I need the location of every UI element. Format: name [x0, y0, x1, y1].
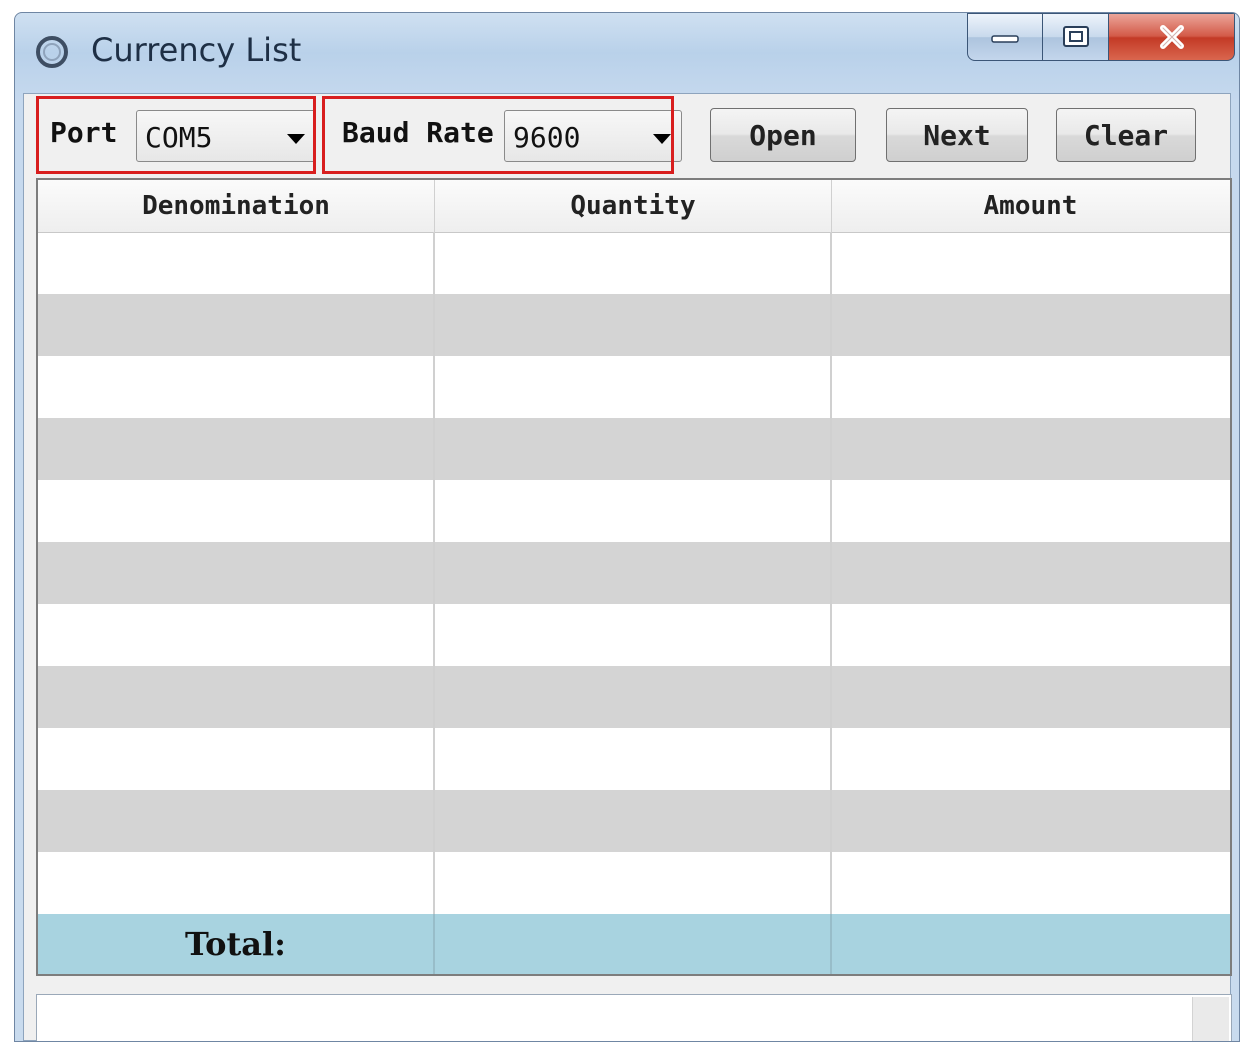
table-cell[interactable] — [38, 232, 435, 294]
table-cell[interactable] — [38, 294, 435, 356]
column-header-amount[interactable]: Amount — [832, 180, 1229, 232]
window-title: Currency List — [91, 31, 302, 69]
table-cell[interactable] — [832, 542, 1229, 604]
column-header-denomination[interactable]: Denomination — [38, 180, 435, 232]
table-cell[interactable] — [832, 480, 1229, 542]
table-cell[interactable] — [832, 418, 1229, 480]
table-cell[interactable] — [38, 356, 435, 418]
table-cell[interactable] — [435, 356, 832, 418]
total-label: Total: — [185, 925, 286, 963]
table-cell[interactable] — [435, 790, 832, 852]
column-header-quantity[interactable]: Quantity — [435, 180, 832, 232]
total-quantity-cell — [435, 914, 832, 974]
table-cell[interactable] — [38, 790, 435, 852]
title-bar[interactable]: Currency List — [15, 13, 1239, 93]
table-row[interactable] — [38, 294, 1230, 356]
table-row[interactable] — [38, 480, 1230, 542]
table-cell[interactable] — [435, 542, 832, 604]
table-row[interactable] — [38, 356, 1230, 418]
table-row[interactable] — [38, 542, 1230, 604]
minimize-button[interactable] — [967, 13, 1043, 61]
total-row: Total: — [38, 914, 1230, 974]
caption-buttons — [967, 13, 1235, 65]
table-row[interactable] — [38, 790, 1230, 852]
table-cell[interactable] — [832, 790, 1229, 852]
table-cell[interactable] — [38, 728, 435, 790]
log-text-box[interactable] — [36, 994, 1232, 1041]
table-cell[interactable] — [435, 852, 832, 914]
table-cell[interactable] — [435, 604, 832, 666]
baud-rate-highlight-box — [322, 96, 674, 174]
table-row[interactable] — [38, 232, 1230, 294]
table-cell[interactable] — [435, 294, 832, 356]
table-cell[interactable] — [832, 852, 1229, 914]
table-cell[interactable] — [38, 418, 435, 480]
table-cell[interactable] — [832, 728, 1229, 790]
table-cell[interactable] — [832, 666, 1229, 728]
open-button[interactable]: Open — [710, 108, 856, 162]
currency-list-window: Currency List Port COM5 Baud Rate 9600 O… — [14, 12, 1240, 1042]
table-cell[interactable] — [435, 232, 832, 294]
port-highlight-box — [36, 96, 316, 174]
next-button[interactable]: Next — [886, 108, 1028, 162]
table-cell[interactable] — [435, 480, 832, 542]
close-button[interactable] — [1109, 13, 1235, 61]
minimize-icon — [991, 35, 1019, 43]
table-cell[interactable] — [435, 666, 832, 728]
maximize-button[interactable] — [1043, 13, 1109, 61]
app-circle-icon — [36, 36, 68, 68]
total-label-cell: Total: — [38, 914, 435, 974]
total-amount-cell — [832, 914, 1229, 974]
table-row[interactable] — [38, 852, 1230, 914]
grid-header: Denomination Quantity Amount — [38, 180, 1230, 233]
table-cell[interactable] — [832, 294, 1229, 356]
table-row[interactable] — [38, 728, 1230, 790]
table-row[interactable] — [38, 604, 1230, 666]
client-area: Port COM5 Baud Rate 9600 Open Next Clear… — [23, 93, 1232, 1041]
table-cell[interactable] — [38, 542, 435, 604]
table-row[interactable] — [38, 666, 1230, 728]
table-row[interactable] — [38, 418, 1230, 480]
maximize-icon — [1062, 26, 1089, 47]
table-cell[interactable] — [435, 728, 832, 790]
table-cell[interactable] — [38, 480, 435, 542]
table-cell[interactable] — [832, 232, 1229, 294]
table-cell[interactable] — [38, 852, 435, 914]
grid-body — [38, 232, 1230, 914]
currency-grid[interactable]: Denomination Quantity Amount Total: — [36, 178, 1232, 976]
table-cell[interactable] — [832, 356, 1229, 418]
table-cell[interactable] — [38, 604, 435, 666]
table-cell[interactable] — [832, 604, 1229, 666]
close-icon — [1159, 25, 1184, 49]
vertical-scrollbar[interactable] — [1192, 997, 1229, 1041]
table-cell[interactable] — [435, 418, 832, 480]
table-cell[interactable] — [38, 666, 435, 728]
clear-button[interactable]: Clear — [1056, 108, 1196, 162]
